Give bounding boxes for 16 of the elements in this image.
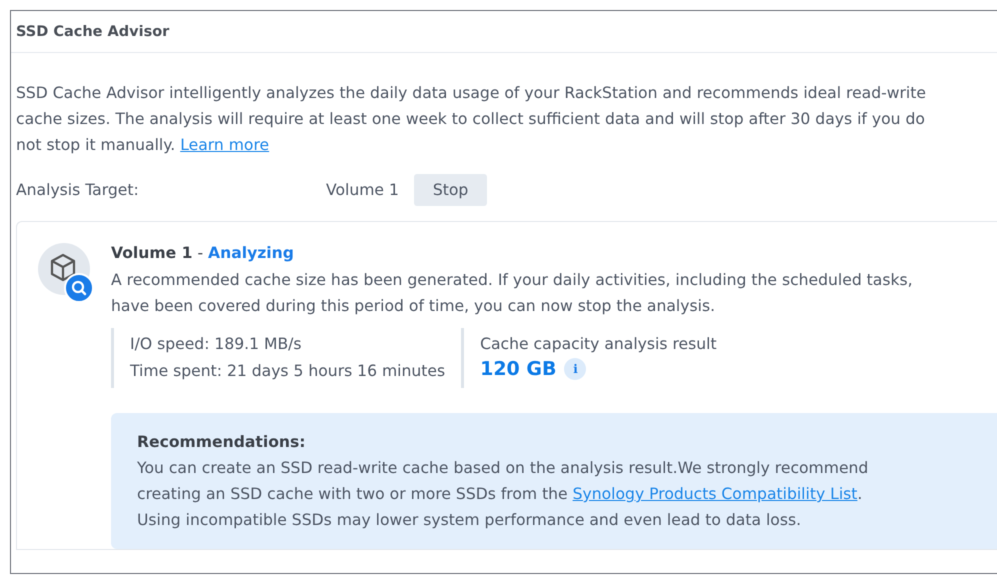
recommendations-text: You can create an SSD read-write cache based on the analysis result.We strongly recommend creating an SSD cache with two or more SSDs from the Synology Products Compatibility List. Using incompatible SSDs may lower system performance and even lead to data loss. xyxy=(137,458,870,531)
volume-description: A recommended cache size has been generated. If your daily activities, including the scheduled tasks, have been covered during this period of time, you can now stop the analysis. xyxy=(111,270,914,317)
window-title: SSD Cache Advisor xyxy=(16,24,170,40)
stat-text: I/O speed: 189.1 MB/s xyxy=(130,334,303,355)
recommendations-title: Recommendations: xyxy=(137,433,307,451)
result-value: 120 GB xyxy=(480,358,556,380)
stop-button[interactable]: Stop xyxy=(414,174,488,206)
info-icon[interactable]: i xyxy=(564,358,586,380)
compatibility-list-link[interactable]: Synology Products Compatibility List xyxy=(572,485,858,503)
volume-status-heading: Volume 1 - Analyzing xyxy=(111,244,295,262)
analysis-target-value: Volume 1 xyxy=(326,181,399,199)
intro-paragraph: SSD Cache Advisor intelligently analyzes the daily data usage of your RackStation and recommends ideal read-write cache sizes. The analysis will require at least one week to collect sufficient data and will stop after 30 days if you do not stop it manually. Learn more xyxy=(16,83,927,156)
stat-text: Time spent: 21 days 5 hours 16 minutes xyxy=(130,361,446,382)
analysis-target-label: Analysis Target: xyxy=(16,181,140,199)
result-label: Cache capacity analysis result xyxy=(480,334,717,355)
learn-more-link[interactable]: Learn more xyxy=(180,136,270,154)
